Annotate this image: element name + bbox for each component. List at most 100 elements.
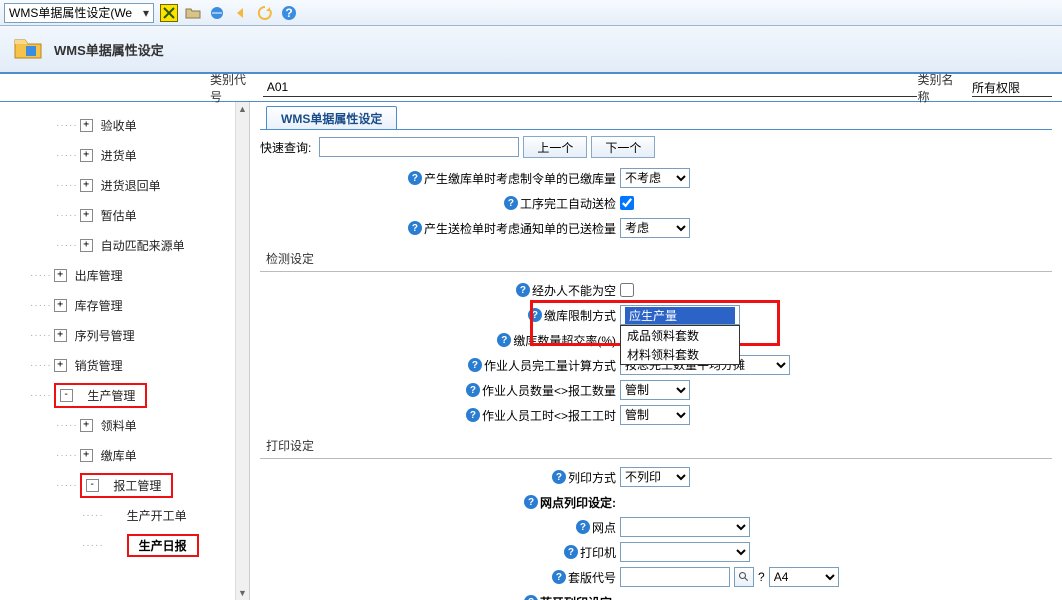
dropdown-option[interactable]: 成品领料套数 xyxy=(621,326,739,345)
nav-tree: ·····+验收单·····+进货单·····+进货退回单·····+暂估单··… xyxy=(0,102,250,600)
hour-ctrl-select[interactable]: 管制 xyxy=(620,405,690,425)
tree-item-label: 缴库单 xyxy=(101,447,137,464)
hour-ctrl-label: 作业人员工时<>报工工时 xyxy=(482,407,616,424)
excel-icon[interactable] xyxy=(160,4,178,22)
refresh-icon[interactable] xyxy=(256,4,274,22)
help-icon[interactable]: ? xyxy=(564,545,578,559)
opt2-checkbox[interactable] xyxy=(620,196,634,210)
opt1-label: 产生缴库单时考虑制令单的已缴库量 xyxy=(424,170,616,187)
expand-icon[interactable]: + xyxy=(80,419,93,432)
tree-item[interactable]: ·····+缴库单 xyxy=(0,440,249,470)
page-title: WMS单据属性设定 xyxy=(54,40,164,59)
tree-item-label: 进货退回单 xyxy=(101,177,161,194)
next-button[interactable]: 下一个 xyxy=(591,136,655,158)
tree-item-label: 生产开工单 xyxy=(127,507,187,524)
help-icon[interactable]: ? xyxy=(552,470,566,484)
expand-icon[interactable]: + xyxy=(80,209,93,222)
tree-item[interactable]: ·····生产开工单 xyxy=(0,500,249,530)
tree-item[interactable]: ·····+销货管理 xyxy=(0,350,249,380)
limit-mode-dropdown[interactable]: 应生产量 成品领料套数 材料领料套数 xyxy=(620,305,740,325)
expand-icon[interactable]: + xyxy=(80,149,93,162)
quick-search-label: 快速查询: xyxy=(260,139,311,156)
help-icon[interactable]: ? xyxy=(524,495,538,509)
tab-wms-settings[interactable]: WMS单据属性设定 xyxy=(266,106,397,129)
help-icon[interactable]: ? xyxy=(280,4,298,22)
help-icon[interactable]: ? xyxy=(552,570,566,584)
tree-item[interactable]: ·····生产日报 xyxy=(0,530,249,560)
tree-item[interactable]: ·····+领料单 xyxy=(0,410,249,440)
tree-item[interactable]: ·····+序列号管理 xyxy=(0,320,249,350)
expand-icon[interactable]: + xyxy=(54,359,67,372)
main-area: ·····+验收单·····+进货单·····+进货退回单·····+暂估单··… xyxy=(0,102,1062,600)
module-dropdown[interactable]: WMS单据属性设定(We ▾ xyxy=(4,3,154,23)
printer-select[interactable] xyxy=(620,542,750,562)
tree-item[interactable]: ·····- 生产管理 xyxy=(0,380,249,410)
dropdown-option[interactable]: 材料领料套数 xyxy=(621,345,739,364)
help-icon[interactable]: ? xyxy=(576,520,590,534)
limit-mode-label: 缴库限制方式 xyxy=(544,307,616,324)
expand-icon[interactable]: + xyxy=(80,449,93,462)
expand-icon[interactable]: + xyxy=(54,329,67,342)
limit-mode-dropdown-list[interactable]: 成品领料套数 材料领料套数 xyxy=(620,325,740,365)
back-icon[interactable] xyxy=(232,4,250,22)
tree-item-label: 自动匹配来源单 xyxy=(101,237,185,254)
collapse-icon[interactable]: - xyxy=(60,389,73,402)
tree-item[interactable]: ·····- 报工管理 xyxy=(0,470,249,500)
tree-item[interactable]: ·····+暂估单 xyxy=(0,200,249,230)
expand-icon[interactable]: + xyxy=(54,269,67,282)
divider xyxy=(260,271,1052,272)
module-dropdown-label: WMS单据属性设定(We xyxy=(9,4,132,21)
help-icon[interactable]: ? xyxy=(528,308,542,322)
help-icon[interactable]: ? xyxy=(466,383,480,397)
help-icon[interactable]: ? xyxy=(466,408,480,422)
qty-ctrl-select[interactable]: 管制 xyxy=(620,380,690,400)
opt3-select[interactable]: 考虑 xyxy=(620,218,690,238)
tree-item[interactable]: ·····+出库管理 xyxy=(0,260,249,290)
chevron-down-icon: ▾ xyxy=(143,6,149,20)
tree-item-label: 销货管理 xyxy=(75,357,123,374)
opt1-select[interactable]: 不考虑 xyxy=(620,168,690,188)
opt3-label: 产生送检单时考虑通知单的已送检量 xyxy=(424,220,616,237)
ie-icon[interactable] xyxy=(208,4,226,22)
handler-required-checkbox[interactable] xyxy=(620,283,634,297)
paper-size-select[interactable]: A4 xyxy=(769,567,839,587)
tree-item[interactable]: ·····+库存管理 xyxy=(0,290,249,320)
help-icon[interactable]: ? xyxy=(468,358,482,372)
template-code-input[interactable] xyxy=(620,567,730,587)
help-icon[interactable]: ? xyxy=(758,570,765,584)
page-header: WMS单据属性设定 xyxy=(0,26,1062,74)
expand-icon[interactable]: + xyxy=(80,239,93,252)
help-icon[interactable]: ? xyxy=(408,171,422,185)
quick-search-row: 快速查询: 上一个 下一个 xyxy=(260,136,1052,158)
tab-strip: WMS单据属性设定 xyxy=(260,106,1052,130)
folder-icon[interactable] xyxy=(184,4,202,22)
tree-item[interactable]: ·····+进货单 xyxy=(0,140,249,170)
category-code-label: 类别代号 xyxy=(210,71,255,105)
print-mode-select[interactable]: 不列印 xyxy=(620,467,690,487)
expand-icon[interactable]: + xyxy=(54,299,67,312)
qty-ctrl-label: 作业人员数量<>报工数量 xyxy=(482,382,616,399)
help-icon[interactable]: ? xyxy=(497,333,511,347)
tree-item[interactable]: ·····+验收单 xyxy=(0,110,249,140)
filter-row: 类别代号 类别名称 所有权限 xyxy=(0,74,1062,102)
help-icon[interactable]: ? xyxy=(504,196,518,210)
bt-print-label: 蓝牙列印设定: xyxy=(540,594,616,600)
net-point-select[interactable] xyxy=(620,517,750,537)
category-code-input[interactable] xyxy=(263,79,918,97)
collapse-icon[interactable]: - xyxy=(86,479,99,492)
tree-item[interactable]: ·····+自动匹配来源单 xyxy=(0,230,249,260)
handler-required-label: 经办人不能为空 xyxy=(532,282,616,299)
tree-item[interactable]: ·····+进货退回单 xyxy=(0,170,249,200)
expand-icon[interactable]: + xyxy=(80,179,93,192)
tree-item-label: 验收单 xyxy=(101,117,137,134)
help-icon[interactable]: ? xyxy=(408,221,422,235)
quick-search-input[interactable] xyxy=(319,137,519,157)
help-icon[interactable]: ? xyxy=(516,283,530,297)
prev-button[interactable]: 上一个 xyxy=(523,136,587,158)
expand-icon[interactable]: + xyxy=(80,119,93,132)
lookup-button[interactable] xyxy=(734,567,754,587)
scrollbar[interactable] xyxy=(235,102,249,600)
help-icon[interactable]: ? xyxy=(524,595,538,600)
tree-item-label: 生产管理 xyxy=(87,387,135,404)
tree-item-label: 进货单 xyxy=(101,147,137,164)
